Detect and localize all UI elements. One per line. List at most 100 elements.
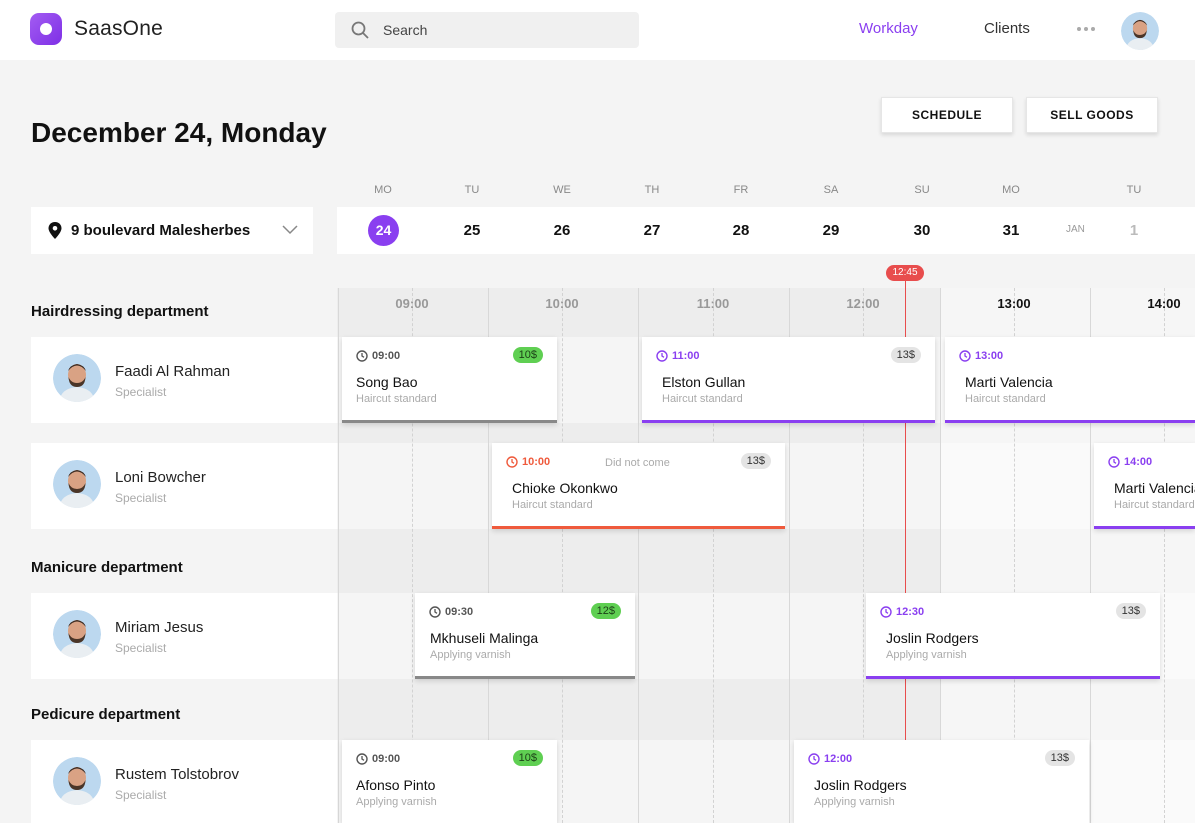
logo-icon[interactable] (30, 13, 62, 45)
clock-icon (808, 753, 820, 765)
service-name: Haircut standard (662, 393, 743, 405)
service-name: Applying varnish (886, 649, 967, 661)
appointment-time: 12:30 (896, 606, 924, 618)
department-heading: Hairdressing department (31, 303, 209, 320)
more-icon[interactable] (1076, 21, 1096, 37)
avatar (53, 460, 101, 508)
day-number[interactable]: 25 (452, 222, 492, 239)
hour-label: 13:00 (997, 296, 1031, 311)
day-number[interactable]: 29 (811, 222, 851, 239)
location-select[interactable]: 9 boulevard Malesherbes (31, 207, 313, 254)
weekday-label: TU (464, 184, 480, 196)
avatar (53, 757, 101, 805)
clock-icon (356, 350, 368, 362)
clock-icon (656, 350, 668, 362)
staff-role: Specialist (115, 641, 167, 655)
appointment-time: 09:30 (445, 606, 473, 618)
clock-icon (356, 753, 368, 765)
location-label: 9 boulevard Malesherbes (71, 222, 251, 239)
search-box[interactable] (335, 12, 639, 48)
current-time-badge: 12:45 (886, 265, 924, 281)
clock-icon (880, 606, 892, 618)
hour-label: 11:00 (696, 296, 730, 311)
appointment-card[interactable]: 12:30 13$ Joslin Rodgers Applying varnis… (866, 593, 1160, 679)
brand-name: SaasOne (74, 17, 163, 40)
staff-name: Miriam Jesus (115, 619, 204, 636)
sell-goods-button[interactable]: SELL GOODS (1026, 97, 1158, 133)
staff-role: Specialist (115, 385, 167, 399)
staff-role: Specialist (115, 491, 167, 505)
client-name: Marti Valencia (1114, 480, 1195, 496)
service-name: Applying varnish (430, 649, 511, 661)
staff-role: Specialist (115, 788, 167, 802)
appointment-time: 12:00 (824, 753, 852, 765)
hour-label: 09:00 (395, 296, 429, 311)
location-pin-icon (48, 222, 62, 239)
client-name: Marti Valencia (965, 374, 1053, 390)
staff-row[interactable]: Miriam Jesus Specialist (31, 593, 337, 679)
appointment-card[interactable]: 13:00 Marti Valencia Haircut standard (945, 337, 1195, 423)
nav-workday[interactable]: Workday (859, 20, 918, 37)
day-number[interactable]: 28 (721, 222, 761, 239)
appointment-card[interactable]: 14:00 Marti Valencia Haircut standard (1094, 443, 1195, 529)
weekday-label: WE (553, 184, 571, 196)
top-bar: SaasOne Workday Clients (0, 0, 1195, 60)
price-badge: 13$ (890, 347, 921, 363)
service-name: Applying varnish (814, 796, 895, 808)
day-number[interactable]: 1 (1114, 222, 1154, 239)
client-name: Chioke Okonkwo (512, 480, 618, 496)
client-name: Mkhuseli Malinga (430, 630, 539, 646)
appointment-time: 13:00 (975, 350, 1003, 362)
clock-icon (959, 350, 971, 362)
service-name: Haircut standard (1114, 499, 1195, 511)
avatar (53, 610, 101, 658)
appointment-card[interactable]: 10:00 Did not come 13$ Chioke Okonkwo Ha… (492, 443, 785, 529)
clock-icon (506, 456, 518, 468)
nav-clients[interactable]: Clients (984, 20, 1030, 37)
search-input[interactable] (383, 20, 623, 40)
grid-line (338, 288, 339, 823)
appointment-card[interactable]: 09:00 10$ Song Bao Haircut standard (342, 337, 557, 423)
department-heading: Manicure department (31, 559, 183, 576)
appointment-time: 11:00 (672, 350, 700, 362)
user-avatar[interactable] (1121, 12, 1159, 50)
service-name: Haircut standard (512, 499, 593, 511)
client-name: Joslin Rodgers (814, 777, 907, 793)
staff-row[interactable]: Faadi Al Rahman Specialist (31, 337, 337, 423)
weekday-label: TH (644, 184, 660, 196)
clock-icon (429, 606, 441, 618)
clock-icon (1108, 456, 1120, 468)
grid-line (562, 288, 563, 823)
day-number[interactable]: 31 (991, 222, 1031, 239)
staff-name: Loni Bowcher (115, 469, 206, 486)
appointment-card[interactable]: 11:00 13$ Elston Gullan Haircut standard (642, 337, 935, 423)
staff-row[interactable]: Loni Bowcher Specialist (31, 443, 337, 529)
weekday-label: MO (374, 184, 392, 196)
staff-row[interactable]: Rustem Tolstobrov Specialist (31, 740, 337, 823)
hour-label: 10:00 (545, 296, 579, 311)
weekday-label: TU (1126, 184, 1142, 196)
price-badge: 10$ (512, 347, 543, 363)
weekday-label: SU (914, 184, 930, 196)
appointment-card[interactable]: 09:30 12$ Mkhuseli Malinga Applying varn… (415, 593, 635, 679)
service-name: Applying varnish (356, 796, 437, 808)
price-badge: 13$ (1044, 750, 1075, 766)
day-number[interactable]: 30 (902, 222, 942, 239)
appointment-card[interactable]: 09:00 10$ Afonso Pinto Applying varnish (342, 740, 557, 823)
day-number-selected[interactable]: 24 (368, 222, 399, 238)
weekday-label: FR (733, 184, 749, 196)
appointment-time: 14:00 (1124, 456, 1152, 468)
client-name: Elston Gullan (662, 374, 746, 390)
service-name: Haircut standard (356, 393, 437, 405)
day-number[interactable]: 26 (542, 222, 582, 239)
day-number[interactable]: 27 (632, 222, 672, 239)
hour-label: 14:00 (1147, 296, 1181, 311)
appointment-time: 10:00 (522, 456, 550, 468)
price-badge: 13$ (1115, 603, 1146, 619)
schedule-button[interactable]: SCHEDULE (881, 97, 1013, 133)
department-heading: Pedicure department (31, 706, 181, 723)
appointment-card[interactable]: 12:00 13$ Joslin Rodgers Applying varnis… (794, 740, 1089, 823)
weekday-label: SA (823, 184, 839, 196)
appointment-time: 09:00 (372, 350, 400, 362)
month-label: JAN (1066, 224, 1085, 235)
